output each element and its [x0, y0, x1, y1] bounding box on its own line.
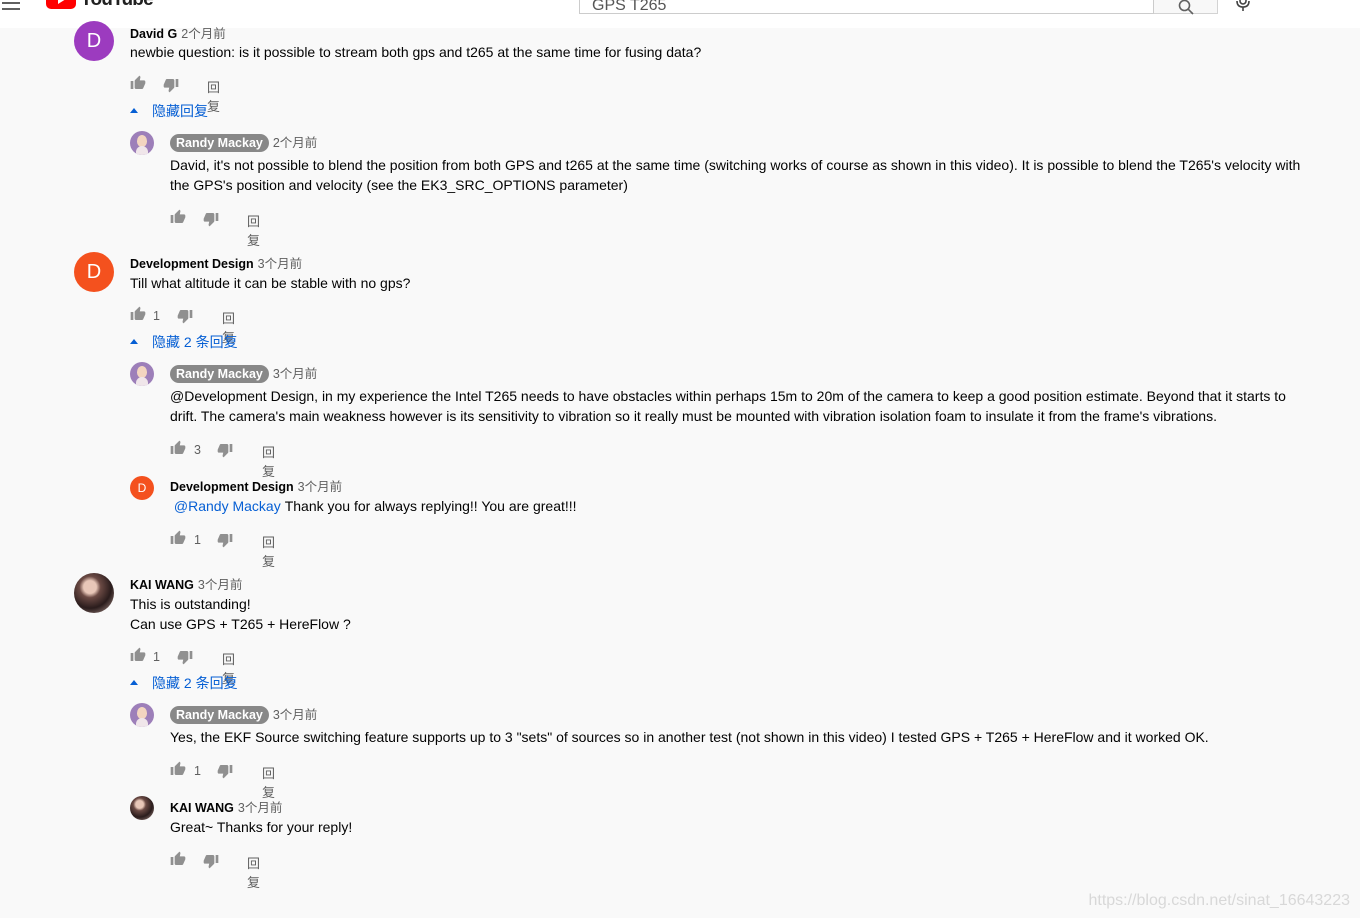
- comment-header: KAI WANG 3个月前: [170, 797, 282, 816]
- menu-icon[interactable]: [2, 0, 20, 14]
- reply-button[interactable]: 回复: [262, 763, 275, 801]
- thumb-up-icon[interactable]: [170, 761, 186, 777]
- comment-time[interactable]: 2个月前: [181, 27, 225, 41]
- like-count: 3: [194, 443, 201, 457]
- comment-author[interactable]: KAI WANG: [130, 578, 194, 592]
- avatar[interactable]: [74, 573, 114, 613]
- thumb-down-icon[interactable]: [217, 763, 233, 779]
- comment-text: This is outstanding! Can use GPS + T265 +…: [130, 596, 351, 632]
- comment-time[interactable]: 3个月前: [298, 480, 342, 494]
- comment-time[interactable]: 3个月前: [273, 367, 317, 381]
- comment-author[interactable]: Development Design: [130, 257, 254, 271]
- like-count: 1: [153, 650, 160, 664]
- thumb-down-icon[interactable]: [203, 211, 219, 227]
- channel-owner-badge[interactable]: Randy Mackay: [170, 365, 269, 383]
- thumb-up-icon[interactable]: [170, 209, 186, 225]
- avatar[interactable]: [130, 362, 154, 386]
- search-icon: [1178, 0, 1194, 15]
- thumb-down-icon[interactable]: [217, 532, 233, 548]
- comment-text: Till what altitude it can be stable with…: [130, 275, 411, 291]
- comment-author[interactable]: David G: [130, 27, 177, 41]
- thumb-up-icon[interactable]: [170, 851, 186, 867]
- search-input[interactable]: GPS T265: [579, 0, 1154, 14]
- reply-button[interactable]: 回复: [247, 853, 260, 891]
- reply-button[interactable]: 回复: [247, 211, 260, 249]
- comment-text: David, it's not possible to blend the po…: [170, 157, 1301, 193]
- like-count: 1: [194, 533, 201, 547]
- hide-replies-toggle[interactable]: 隐藏 2 条回复: [130, 332, 238, 352]
- thumb-up-icon[interactable]: [130, 647, 146, 663]
- mention-link[interactable]: @Randy Mackay: [174, 498, 281, 514]
- like-count: 1: [153, 309, 160, 323]
- comment-time[interactable]: 3个月前: [238, 801, 282, 815]
- channel-owner-badge[interactable]: Randy Mackay: [170, 706, 269, 724]
- thumb-down-icon[interactable]: [203, 853, 219, 869]
- thumb-down-icon[interactable]: [163, 77, 179, 93]
- like-count: 1: [194, 764, 201, 778]
- hide-replies-toggle[interactable]: 隐藏回复: [130, 101, 208, 121]
- comment-author[interactable]: Development Design: [170, 480, 294, 494]
- thumb-up-icon[interactable]: [130, 306, 146, 322]
- avatar[interactable]: [130, 703, 154, 727]
- comment-header: Randy Mackay 2个月前: [170, 132, 317, 152]
- comment-header: KAI WANG 3个月前: [130, 574, 242, 593]
- comment-header: Development Design 3个月前: [130, 253, 302, 272]
- caret-up-icon: [130, 107, 138, 113]
- youtube-logo-icon[interactable]: [46, 0, 76, 9]
- hide-replies-toggle[interactable]: 隐藏 2 条回复: [130, 673, 238, 693]
- comment-header: Randy Mackay 3个月前: [170, 363, 317, 383]
- thumb-down-icon[interactable]: [177, 649, 193, 665]
- thumb-up-icon[interactable]: [170, 440, 186, 456]
- thumb-down-icon[interactable]: [177, 308, 193, 324]
- comment-header: David G 2个月前: [130, 23, 226, 42]
- comment-text: newbie question: is it possible to strea…: [130, 44, 702, 60]
- caret-up-icon: [130, 679, 138, 685]
- comment-text: Great~ Thanks for your reply!: [170, 819, 353, 835]
- comment-header: Randy Mackay 3个月前: [170, 704, 317, 724]
- comment-time[interactable]: 3个月前: [258, 257, 302, 271]
- avatar[interactable]: [130, 131, 154, 155]
- comment-author[interactable]: KAI WANG: [170, 801, 234, 815]
- avatar[interactable]: [130, 796, 154, 820]
- youtube-logo-text[interactable]: YouTube: [80, 0, 154, 11]
- comment-text: @Development Design, in my experience th…: [170, 388, 1286, 424]
- caret-up-icon: [130, 338, 138, 344]
- reply-button[interactable]: 回复: [262, 442, 275, 480]
- reply-button[interactable]: 回复: [207, 77, 220, 115]
- avatar[interactable]: D: [74, 252, 114, 292]
- thumb-up-icon[interactable]: [130, 75, 146, 91]
- comment-text: @Randy Mackay Thank you for always replyi…: [173, 498, 577, 514]
- comment-time[interactable]: 3个月前: [273, 708, 317, 722]
- channel-owner-badge[interactable]: Randy Mackay: [170, 134, 269, 152]
- thumb-up-icon[interactable]: [170, 530, 186, 546]
- comment-time[interactable]: 2个月前: [273, 136, 317, 150]
- comment-text: Yes, the EKF Source switching feature su…: [170, 729, 1209, 745]
- avatar[interactable]: D: [74, 21, 114, 61]
- search-input-value: GPS T265: [592, 0, 667, 14]
- thumb-down-icon[interactable]: [217, 442, 233, 458]
- avatar[interactable]: D: [130, 476, 154, 500]
- comment-header: Development Design 3个月前: [170, 476, 342, 495]
- reply-button[interactable]: 回复: [262, 532, 275, 570]
- search-button[interactable]: [1154, 0, 1218, 15]
- comment-time[interactable]: 3个月前: [198, 578, 242, 592]
- watermark: https://blog.csdn.net/sinat_16643223: [1088, 892, 1350, 909]
- mic-icon[interactable]: [1234, 0, 1252, 14]
